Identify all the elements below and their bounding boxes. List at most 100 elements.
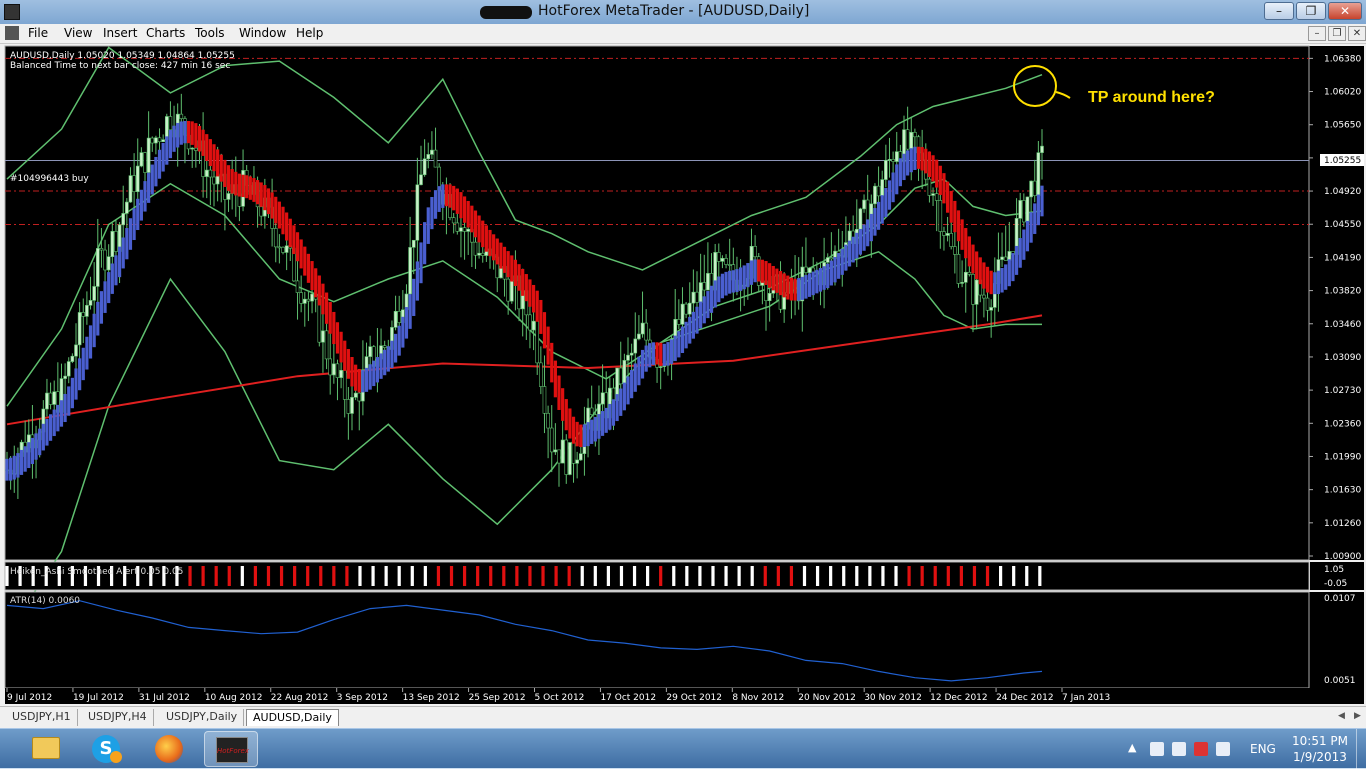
heiken-ashi-bar <box>1040 185 1044 217</box>
candle-body <box>905 129 910 150</box>
heiken-ashi-bar <box>531 284 536 313</box>
menu-charts[interactable]: Charts <box>146 26 185 40</box>
alert-bar <box>345 566 349 586</box>
candle-body <box>691 291 696 304</box>
heiken-ashi-bar <box>924 148 928 174</box>
candle-body <box>194 147 198 151</box>
heiken-ashi-bar <box>1022 229 1026 260</box>
heiken-ashi-bar <box>263 185 267 211</box>
alert-bar <box>763 566 767 586</box>
taskbar-explorer-button[interactable] <box>18 731 72 767</box>
alert-bar <box>659 566 663 586</box>
menu-window[interactable]: Window <box>239 26 286 40</box>
candle-body <box>281 246 285 253</box>
heiken-ashi-bar <box>938 165 942 195</box>
tab-audusd-daily[interactable]: AUDUSD,Daily <box>246 709 339 726</box>
heiken-ashi-bar <box>383 349 387 376</box>
heiken-ashi-bar <box>521 268 525 296</box>
menu-tools[interactable]: Tools <box>195 26 225 40</box>
heiken-ashi-bar <box>1018 238 1022 268</box>
heiken-ashi-bar <box>713 280 717 308</box>
atr-panel[interactable] <box>5 592 1364 688</box>
clock-date[interactable]: 1/9/2013 <box>1292 750 1348 764</box>
time-label: 3 Sep 2012 <box>337 693 388 703</box>
clock-time[interactable]: 10:51 PM <box>1292 734 1348 748</box>
heiken-ashi-bar <box>110 263 114 294</box>
heiken-ashi-bar <box>1007 259 1011 287</box>
show-hidden-icons-icon[interactable]: ▲ <box>1128 741 1136 754</box>
chart-info-line2: Balanced Time to next bar close: 427 min… <box>10 61 230 71</box>
window-close-button[interactable]: ✕ <box>1328 2 1362 20</box>
show-desktop-button[interactable] <box>1356 729 1366 769</box>
alert-bar <box>815 566 820 586</box>
tab-usdjpy-h4[interactable]: USDJPY,H4 <box>82 709 154 726</box>
heiken-alert-panel[interactable] <box>4 561 1310 591</box>
app-icon[interactable] <box>4 4 20 20</box>
window-restore-button[interactable]: ❐ <box>1296 2 1326 20</box>
mdi-minimize-button[interactable]: – <box>1308 26 1326 41</box>
heiken-ashi-bar <box>274 196 278 224</box>
tray-volume-icon[interactable] <box>1216 742 1230 756</box>
candle-body <box>106 256 111 271</box>
chart-canvas[interactable]: 1.06380 1.06020 1.05650 1.05255 1.04920 1.045… <box>2 44 1364 704</box>
mdi-close-button[interactable]: ✕ <box>1348 26 1366 41</box>
candle-body <box>411 239 416 248</box>
skype-status-badge-icon <box>110 751 122 763</box>
heiken-ashi-bar <box>117 246 122 278</box>
heiken-ashi-bar <box>895 164 899 195</box>
heiken-ashi-bar <box>27 442 31 469</box>
main-chart-panel[interactable] <box>5 46 1364 560</box>
heiken-ashi-bar <box>550 342 554 383</box>
candle-body <box>629 352 634 356</box>
window-minimize-button[interactable]: – <box>1264 2 1294 20</box>
heiken-ashi-bar <box>659 342 663 366</box>
menu-view[interactable]: View <box>64 26 92 40</box>
alert-bar <box>332 566 336 586</box>
heiken-ashi-bar <box>226 165 231 191</box>
taskbar-skype-button[interactable]: S <box>80 731 134 767</box>
taskbar-firefox-button[interactable] <box>142 731 196 767</box>
alert-bar <box>293 566 297 586</box>
tab-scroll-left-icon[interactable]: ◀ <box>1338 711 1345 721</box>
heiken-ashi-bar <box>731 270 735 293</box>
heiken-ashi-bar <box>179 121 183 145</box>
heiken-ashi-bar <box>851 236 855 263</box>
alert-bar <box>436 566 441 586</box>
menu-help[interactable]: Help <box>296 26 323 40</box>
window-title: HotForex MetaTrader - [AUDUSD,Daily] <box>538 3 810 19</box>
tray-app-icon[interactable] <box>1150 742 1164 756</box>
tray-flag-icon[interactable] <box>1194 742 1208 756</box>
alert-bar <box>829 566 833 586</box>
candle-body <box>451 217 456 224</box>
chart-window[interactable]: 1.06380 1.06020 1.05650 1.05255 1.04920 1.045… <box>0 44 1366 706</box>
heiken-ashi-bar <box>927 151 932 178</box>
heiken-ashi-bar <box>88 325 93 359</box>
taskbar-metatrader-button[interactable]: HotForex <box>204 731 258 767</box>
heiken-ashi-bar <box>651 342 656 365</box>
heiken-ashi-bar <box>797 278 801 301</box>
alert-bar <box>266 566 271 586</box>
candle-body <box>317 298 322 343</box>
mdi-restore-button[interactable]: ❐ <box>1328 26 1346 41</box>
tab-usdjpy-h1[interactable]: USDJPY,H1 <box>6 709 78 726</box>
heiken-ashi-bar <box>150 164 154 195</box>
chart-window-icon[interactable] <box>5 26 19 40</box>
alert-bar <box>868 566 872 586</box>
heiken-ashi-bar <box>510 255 514 282</box>
heiken-ashi-bar <box>993 272 997 295</box>
time-label: 29 Oct 2012 <box>666 693 722 703</box>
price-label: 1.01990 <box>1324 452 1361 462</box>
tray-network-icon[interactable] <box>1172 742 1186 756</box>
tab-scroll-right-icon[interactable]: ▶ <box>1354 711 1361 721</box>
language-indicator[interactable]: ENG <box>1250 742 1276 756</box>
heiken-ashi-bar <box>513 259 518 286</box>
heiken-ashi-bar <box>234 171 238 196</box>
candle-body <box>143 152 147 173</box>
candle-body <box>971 274 975 305</box>
alert-bar <box>1012 566 1016 586</box>
menu-insert[interactable]: Insert <box>103 26 137 40</box>
heiken-ashi-bar <box>644 345 648 372</box>
tab-usdjpy-daily[interactable]: USDJPY,Daily <box>160 709 245 726</box>
menu-file[interactable]: File <box>28 26 48 40</box>
heiken-ashi-bar <box>542 312 547 349</box>
